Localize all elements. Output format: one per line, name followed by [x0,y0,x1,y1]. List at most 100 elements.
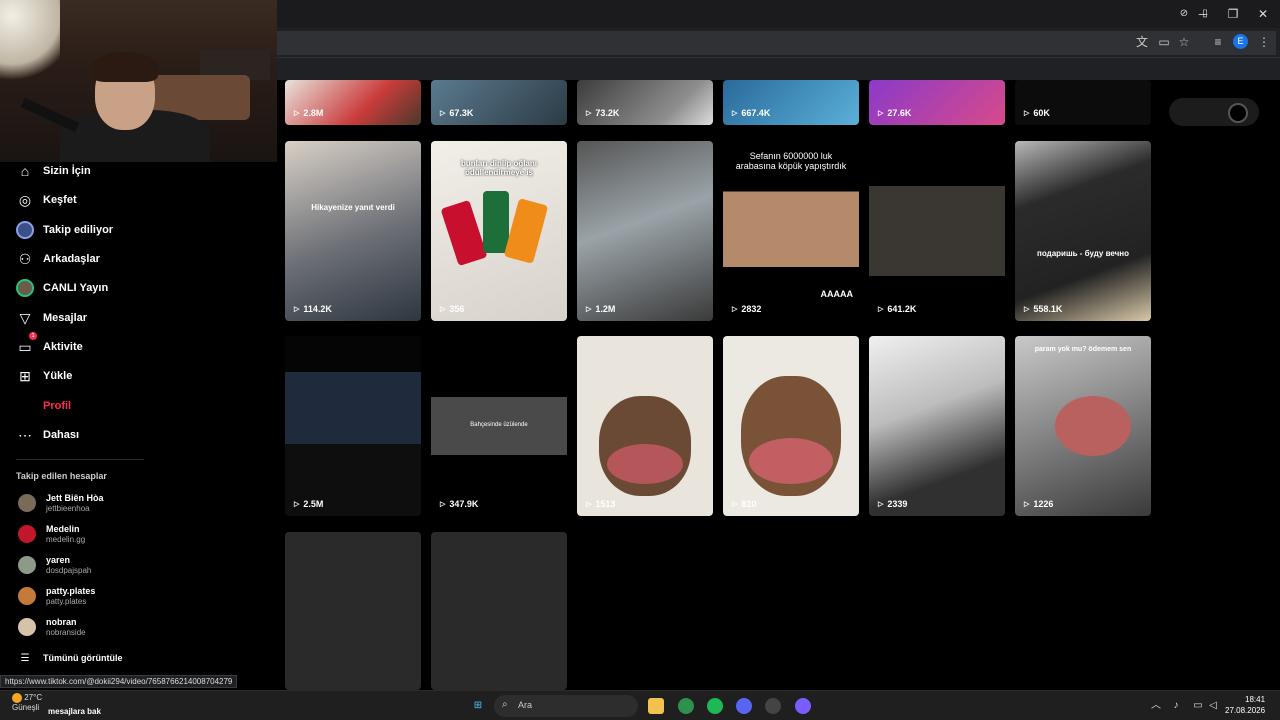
nav-live[interactable]: CANLI Yayın [16,276,108,300]
view-count-text: 2339 [887,499,908,509]
weather-desc: Güneşli [12,703,40,712]
nav-following[interactable]: Takip ediliyor [16,218,113,242]
discord-icon[interactable] [736,698,752,714]
search-placeholder: Ara [518,700,533,710]
video-tile[interactable]: ▷ 27.6K [869,80,1005,125]
microphone-icon[interactable]: ♪ [1168,698,1184,714]
translate-icon[interactable]: 文 [1134,34,1150,50]
view-count-text: 347.9K [449,499,479,509]
video-tile[interactable]: ▷ 67.3K [431,80,567,125]
nav-for-you[interactable]: ⌂ Sizin İçin [16,159,91,183]
more-dots-icon: ⋯ [18,426,32,443]
file-explorer-icon[interactable] [648,698,664,714]
nav-label: Keşfet [43,194,77,206]
view-count-text: 73.2K [595,108,620,118]
video-tile[interactable]: Hikayenize yanıt verdi ▷ 114.2K [285,141,421,321]
weather-temp: 27°C [24,693,43,703]
windows-taskbar: 27°C Güneşli mesajlara bak ⊞ ⌕ Ara ︿ ♪ ▭… [0,690,1280,720]
status-bar-url: https://www.tiktok.com/@dokii294/video/7… [0,675,238,688]
view-count: ▷ 1226 [1024,499,1053,509]
dark-mode-toggle[interactable] [1228,103,1248,123]
play-icon: ▷ [586,501,592,508]
view-count-text: 114.2K [303,304,332,314]
play-icon: ▷ [586,110,592,117]
webcam-lamp [0,0,60,80]
view-count: ▷ 1513 [586,499,615,509]
weather-icon [12,693,22,703]
nav-more[interactable]: ⋯ Dahası [16,423,79,447]
video-caption: param yok mu? ödemem sen [1034,346,1132,353]
account-name: nobran [46,616,77,627]
video-tile-loading[interactable] [285,532,421,690]
view-count: ▷ 810 [732,499,756,509]
notification-badge: 1 [29,332,37,340]
play-icon: ▷ [878,110,884,117]
avatar [18,494,36,512]
nav-label: Arkadaşlar [43,253,100,265]
network-icon[interactable]: ▭ [1190,698,1206,714]
nav-explore[interactable]: ◎ Keşfet [16,188,77,212]
system-clock[interactable]: 18:41 27.08.2026 [1225,694,1265,716]
compass-icon[interactable]: ⊘ [1177,7,1191,21]
play-icon: ▷ [878,501,884,508]
video-tile[interactable]: ▷ 1.2M [577,141,713,321]
phone-icon[interactable]: ▯ [1198,7,1212,21]
spotify-icon[interactable] [707,698,723,714]
address-bar[interactable] [276,31,1276,55]
maximize-button[interactable]: ❐ [1218,4,1248,24]
paper-plane-icon: ▽ [19,309,31,326]
nav-friends[interactable]: ⚇ Arkadaşlar [16,247,100,271]
followed-account[interactable]: patty.plates patty.plates [18,582,95,610]
see-all-accounts-link[interactable]: ☰ Tümünü görüntüle [16,646,123,670]
media-control-icon[interactable]: ≡ [1210,34,1226,50]
avatar [18,618,36,636]
cast-icon[interactable]: ▭ [1156,34,1172,50]
video-tile[interactable]: ▷ 641.2K [869,141,1005,321]
view-count: ▷ 60K [1024,108,1050,118]
volume-icon[interactable]: ◁ [1205,698,1221,714]
drink-can-green [483,191,509,253]
app-icon[interactable] [795,698,811,714]
nav-upload[interactable]: ⊞ Yükle [16,364,72,388]
play-icon: ▷ [440,306,446,313]
followed-account[interactable]: nobran nobranside [18,613,86,641]
video-tile[interactable]: ▷ 810 [723,336,859,516]
view-count: ▷ 67.3K [440,108,473,118]
video-tile[interactable]: Bahçesinde üzülende ▷ 347.9K [431,336,567,516]
profile-avatar[interactable]: E [1233,34,1248,49]
video-tile[interactable]: ▷ 1513 [577,336,713,516]
chrome-icon[interactable] [678,698,694,714]
view-count-text: 1513 [595,499,616,509]
kebab-menu-icon[interactable]: ⋮ [1256,34,1272,50]
video-tile[interactable]: ▷ 2339 [869,336,1005,516]
start-windows-icon[interactable]: ⊞ [470,698,486,714]
video-tile[interactable]: ▷ 667.4K [723,80,859,125]
tray-chevron-icon[interactable]: ︿ [1148,698,1164,714]
nav-activity[interactable]: ▭ 1 Aktivite [16,332,83,359]
friends-icon: ⚇ [18,250,32,267]
taskbar-search[interactable]: ⌕ Ara [494,695,638,717]
video-tile[interactable]: ▷ 2.8M [285,80,421,125]
video-caption: Hikayenize yanıt verdi [311,203,395,212]
bookmark-star-icon[interactable]: ☆ [1176,34,1192,50]
obs-icon[interactable] [765,698,781,714]
nav-profile[interactable]: Profil [16,394,71,418]
video-tile[interactable]: ▷ 73.2K [577,80,713,125]
video-tile[interactable]: ▷ 2.5M [285,336,421,516]
account-name: Medelin [46,523,80,534]
weather-widget[interactable]: 27°C Güneşli [12,693,42,712]
video-tile[interactable]: bunları dinlip oğlanı ödüllendirmeye iş … [431,141,567,321]
followed-account[interactable]: yaren dosdpajspah [18,551,91,579]
video-tile[interactable]: Sefanın 6000000 luk arabasına köpük yapı… [723,141,859,321]
play-icon: ▷ [1024,501,1030,508]
play-icon: ▷ [294,501,300,508]
followed-account[interactable]: Jett Biên Hòa jettbieenhoa [18,489,104,517]
video-tile[interactable]: ▷ 60K [1015,80,1151,125]
following-avatar-icon [16,221,34,239]
video-tile[interactable]: param yok mu? ödemem sen ▷ 1226 [1015,336,1151,516]
video-tile-loading[interactable] [431,532,567,690]
followed-account[interactable]: Medelin medelin.gg [18,520,85,548]
video-tile[interactable]: подаришь - буду вечно ▷ 558.1K [1015,141,1151,321]
close-button[interactable]: ✕ [1248,4,1278,24]
nav-messages[interactable]: ▽ Mesajlar [16,306,87,330]
